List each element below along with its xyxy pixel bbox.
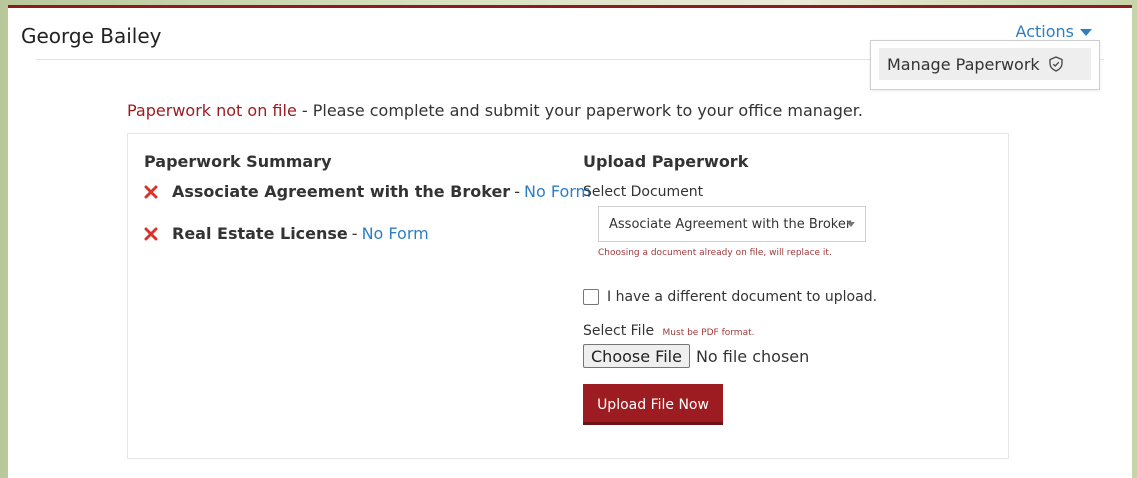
notice-status: Paperwork not on file xyxy=(127,101,297,120)
paperwork-notice: Paperwork not on file - Please complete … xyxy=(127,101,863,120)
main-panel: George Bailey Actions Manage Paperwork P… xyxy=(8,5,1132,478)
notice-message: - Please complete and submit your paperw… xyxy=(296,101,863,120)
actions-label: Actions xyxy=(1015,22,1074,41)
choose-file-button[interactable]: Choose File xyxy=(583,344,690,368)
manage-paperwork-label: Manage Paperwork xyxy=(887,54,1040,74)
summary-item-status-link[interactable]: No Form xyxy=(524,182,591,201)
manage-paperwork-menu-item[interactable]: Manage Paperwork xyxy=(879,48,1091,80)
select-file-label: Select File xyxy=(583,323,655,339)
paperwork-summary-title: Paperwork Summary xyxy=(144,152,332,171)
different-document-checkbox-row[interactable]: I have a different document to upload. xyxy=(583,289,877,305)
paperwork-box: Paperwork Summary Associate Agreement wi… xyxy=(127,133,1009,459)
document-select-value: Associate Agreement with the Broker xyxy=(609,216,852,232)
actions-menu-toggle[interactable]: Actions xyxy=(1016,22,1092,41)
caret-down-icon xyxy=(1080,29,1092,36)
x-icon xyxy=(144,227,158,240)
summary-item-name: Associate Agreement with the Broker xyxy=(172,182,511,201)
x-icon xyxy=(144,185,158,198)
pdf-format-note: Must be PDF format. xyxy=(662,328,755,338)
select-document-label: Select Document xyxy=(583,184,704,200)
summary-item-name: Real Estate License xyxy=(172,224,348,243)
summary-item-separator: - xyxy=(514,182,520,201)
document-select[interactable]: Associate Agreement with the Broker xyxy=(598,206,866,242)
file-picker: Choose File No file chosen xyxy=(583,344,809,368)
replace-note: Choosing a document already on file, wil… xyxy=(598,248,832,258)
summary-item-status-link[interactable]: No Form xyxy=(362,224,429,243)
summary-item: Real Estate License - No Form xyxy=(144,224,429,243)
upload-file-now-button[interactable]: Upload File Now xyxy=(583,384,723,425)
summary-item-separator: - xyxy=(351,224,358,243)
different-document-label: I have a different document to upload. xyxy=(607,289,878,305)
select-file-label-row: Select File Must be PDF format. xyxy=(583,323,754,339)
agent-name: George Bailey xyxy=(21,24,162,48)
actions-dropdown: Manage Paperwork xyxy=(870,40,1100,90)
file-status: No file chosen xyxy=(695,346,810,366)
shield-check-icon xyxy=(1049,56,1063,72)
upload-paperwork-title: Upload Paperwork xyxy=(583,152,749,171)
select-arrow-icon xyxy=(847,222,855,227)
different-document-checkbox[interactable] xyxy=(583,289,599,305)
summary-item: Associate Agreement with the Broker - No… xyxy=(144,182,591,201)
